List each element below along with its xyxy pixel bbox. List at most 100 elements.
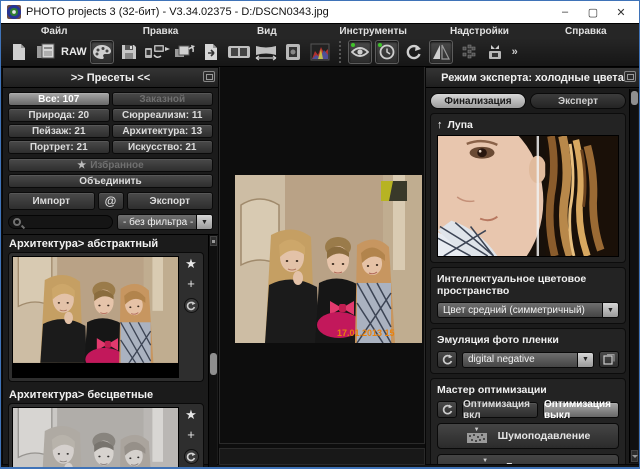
close-button[interactable]: ✕ — [607, 2, 635, 22]
filter-dropdown-value: - без фильтра - — [118, 215, 196, 229]
preset-group-title[interactable]: Архитектура> бесцветные — [3, 386, 218, 403]
preview-canvas[interactable] — [219, 67, 425, 444]
add-plus-icon[interactable]: + — [187, 278, 195, 290]
add-plus-icon[interactable]: + — [187, 429, 195, 441]
minimize-button[interactable]: – — [551, 2, 579, 22]
toolbar-overflow-chevron[interactable]: » — [510, 46, 520, 58]
menu-help[interactable]: Справка — [533, 26, 639, 37]
preset-thumbnail-image[interactable] — [12, 407, 179, 469]
noise-reduction-label: Шумоподавление — [498, 430, 591, 442]
chevron-down-icon: ▼ — [577, 353, 593, 367]
rotate-images-icon[interactable] — [173, 40, 197, 64]
filmstrip-icon[interactable] — [227, 40, 251, 64]
refresh-icon[interactable] — [184, 298, 199, 313]
menu-bar: Файл Правка Вид Инструменты Надстройки С… — [1, 23, 639, 38]
preset-thumbnail-card[interactable]: ★ + — [8, 252, 204, 382]
thumbnail-actions: ★ + — [182, 407, 200, 469]
category-all-button[interactable]: Все: 107 — [8, 92, 110, 106]
raw-mode-button[interactable]: RAW — [61, 40, 87, 64]
app-icon — [7, 5, 21, 19]
category-portrait-button[interactable]: Портрет: 21 — [8, 140, 110, 154]
maximize-button[interactable]: ▢ — [579, 2, 607, 22]
favorites-button[interactable]: ★ Избранное — [8, 158, 213, 172]
presets-panel-header: >> Пресеты << — [3, 68, 218, 88]
export-button[interactable]: Экспорт — [127, 192, 214, 210]
loupe-section: ↑ Лупа — [430, 113, 626, 263]
preset-list-scrollbar[interactable] — [208, 235, 217, 469]
film-emulation-section: Эмуляция фото пленки digital negative ▼ — [430, 328, 626, 374]
expert-panel-scrollbar[interactable] — [629, 89, 638, 463]
flip-mirror-icon[interactable] — [429, 40, 453, 64]
save-icon[interactable] — [117, 40, 141, 64]
reset-refresh-icon[interactable] — [437, 351, 457, 368]
histogram-icon[interactable] — [308, 40, 332, 64]
send-to-device-icon[interactable] — [144, 40, 170, 64]
category-art-button[interactable]: Искусство: 21 — [112, 140, 214, 154]
color-space-dropdown[interactable]: Цвет средний (симметричный) ▼ — [437, 302, 619, 318]
open-copy-icon[interactable] — [34, 40, 58, 64]
noise-reduction-button[interactable]: ▼ Шумоподавление — [437, 423, 619, 449]
tab-finalization[interactable]: Финализация — [430, 93, 526, 109]
film-copy-icon[interactable] — [599, 351, 619, 368]
category-landscape-button[interactable]: Пейзаж: 21 — [8, 124, 110, 138]
menu-edit[interactable]: Правка — [107, 26, 213, 37]
dock-pin-icon[interactable] — [203, 71, 215, 82]
optimizer-toggle-row: Оптимизация вкл Оптимизация выкл — [437, 401, 619, 418]
presets-panel-title: >> Пресеты << — [71, 72, 150, 84]
email-share-button[interactable]: @ — [98, 192, 124, 210]
favorite-star-icon[interactable]: ★ — [185, 409, 197, 421]
redo-icon[interactable] — [402, 40, 426, 64]
preset-search-box[interactable] — [8, 215, 113, 229]
history-clock-icon[interactable] — [375, 40, 399, 64]
main-area: >> Пресеты << Все: 107 Заказной Природа:… — [1, 67, 639, 465]
palette-icon[interactable] — [90, 40, 114, 64]
color-space-title: Интеллектуальное цветовое пространство — [437, 273, 619, 297]
collapse-arrow-icon: ↑ — [437, 119, 443, 131]
tone-gradation-button[interactable]: ▼ Градация тона — [437, 454, 619, 464]
loupe-preview[interactable] — [437, 135, 619, 257]
export-page-icon[interactable] — [200, 40, 224, 64]
reset-refresh-icon[interactable] — [437, 401, 457, 418]
raw-label: RAW — [61, 46, 87, 58]
scroll-up-button[interactable] — [210, 236, 217, 246]
scrollbar-thumb[interactable] — [631, 91, 638, 105]
menu-file[interactable]: Файл — [1, 26, 107, 37]
expert-tabs: Финализация Эксперт — [430, 93, 626, 109]
title-bar: PHOTO projects 3 (32-бит) - V3.34.02375 … — [1, 1, 639, 23]
menu-tools[interactable]: Инструменты — [320, 26, 426, 37]
preset-thumbnail-card[interactable]: ★ + — [8, 403, 204, 469]
category-custom-button[interactable]: Заказной — [112, 92, 214, 106]
combine-button[interactable]: Объединить — [8, 174, 213, 188]
scrollbar-thumb[interactable] — [210, 353, 217, 375]
refresh-icon[interactable] — [184, 449, 199, 464]
preview-eye-icon[interactable] — [348, 40, 372, 64]
film-emulation-dropdown[interactable]: digital negative ▼ — [462, 352, 594, 368]
active-indicator — [351, 43, 355, 47]
expert-panel: Режим эксперта: холодные цвета Финализац… — [425, 67, 640, 465]
menu-view[interactable]: Вид — [214, 26, 320, 37]
filter-dropdown[interactable]: - без фильтра - ▼ — [117, 214, 213, 230]
favorite-star-icon[interactable]: ★ — [185, 258, 197, 270]
preset-search-input[interactable] — [21, 217, 108, 227]
frame-icon[interactable] — [281, 40, 305, 64]
optimization-on-button[interactable]: Оптимизация вкл — [462, 402, 538, 418]
scroll-down-button[interactable] — [631, 450, 638, 462]
import-button[interactable]: Импорт — [8, 192, 95, 210]
optimizer-title: Мастер оптимизации — [437, 384, 619, 396]
compare-dots-icon[interactable] — [456, 40, 480, 64]
category-architecture-button[interactable]: Архитектура: 13 — [112, 124, 214, 138]
panorama-icon[interactable] — [254, 40, 278, 64]
new-file-icon[interactable] — [7, 40, 31, 64]
crop-export-icon[interactable] — [483, 40, 507, 64]
preset-thumbnail-image[interactable] — [12, 256, 179, 378]
category-nature-button[interactable]: Природа: 20 — [8, 108, 110, 122]
filmstrip-bar[interactable] — [219, 448, 425, 465]
menu-addons[interactable]: Надстройки — [426, 26, 532, 37]
optimization-off-button[interactable]: Оптимизация выкл — [543, 402, 619, 418]
preset-group-title[interactable]: Архитектура> абстрактный — [3, 235, 218, 252]
tab-expert[interactable]: Эксперт — [530, 93, 626, 109]
dock-pin-icon[interactable] — [624, 71, 636, 82]
loupe-header[interactable]: ↑ Лупа — [437, 119, 619, 131]
category-surreal-button[interactable]: Сюрреализм: 11 — [112, 108, 214, 122]
photo-preview[interactable] — [235, 175, 422, 343]
